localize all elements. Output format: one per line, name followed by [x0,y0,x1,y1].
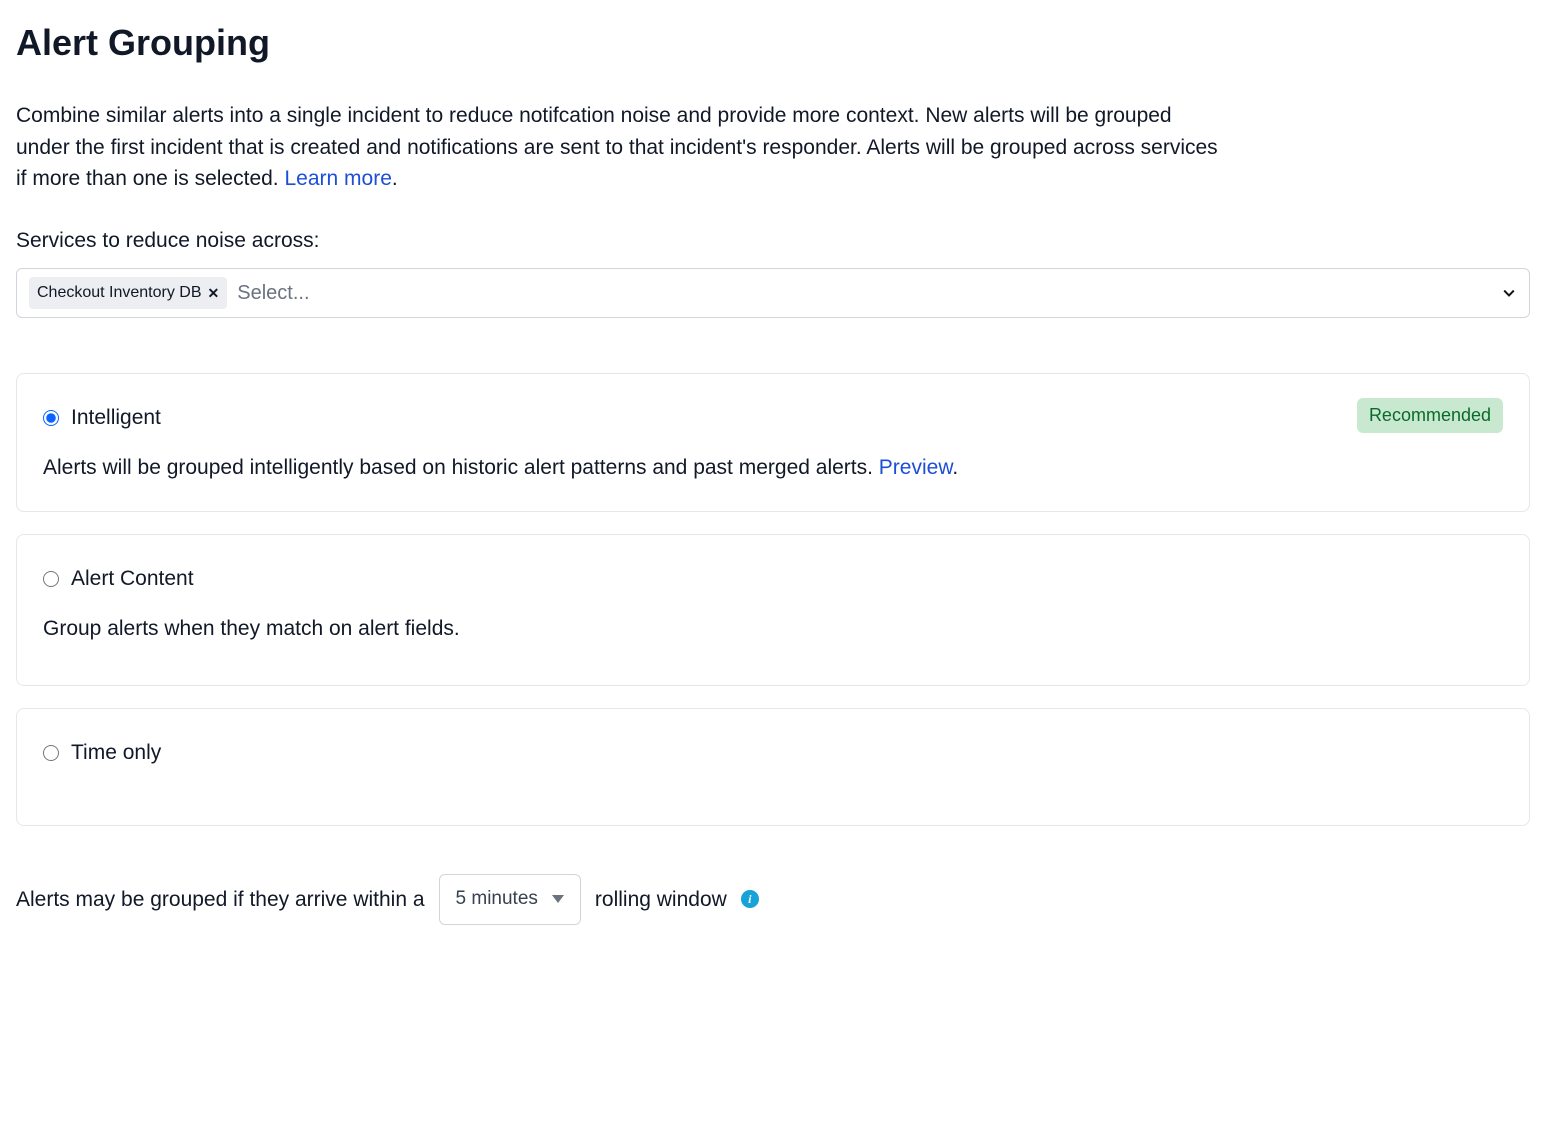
service-chip[interactable]: Checkout Inventory DB ✕ [29,277,227,309]
chevron-down-icon [552,895,564,903]
description-text: Combine similar alerts into a single inc… [16,104,1218,190]
services-multiselect[interactable]: Checkout Inventory DB ✕ Select... [16,268,1530,318]
preview-link[interactable]: Preview [879,456,953,479]
option-alert-content-title: Alert Content [71,563,194,595]
option-alert-content-radio[interactable] [43,571,59,587]
learn-more-link[interactable]: Learn more [284,167,391,190]
rolling-window-row: Alerts may be grouped if they arrive wit… [16,874,1530,925]
page-description: Combine similar alerts into a single inc… [16,100,1226,195]
intelligent-body-text: Alerts will be grouped intelligently bas… [43,456,879,479]
services-label: Services to reduce noise across: [16,225,1530,257]
info-icon[interactable]: i [741,890,759,908]
rolling-suffix: rolling window [595,884,727,916]
option-intelligent-radio[interactable] [43,410,59,426]
services-placeholder: Select... [237,278,309,308]
option-intelligent-card[interactable]: Intelligent Recommended Alerts will be g… [16,373,1530,512]
close-icon[interactable]: ✕ [208,283,220,304]
chevron-down-icon [1501,285,1517,301]
option-intelligent-title: Intelligent [71,402,161,434]
page-title: Alert Grouping [16,16,1530,70]
option-alert-content-card[interactable]: Alert Content Group alerts when they mat… [16,534,1530,686]
option-alert-content-body: Group alerts when they match on alert fi… [43,613,1503,645]
rolling-prefix: Alerts may be grouped if they arrive wit… [16,884,425,916]
rolling-window-value: 5 minutes [456,885,538,914]
option-time-only-card[interactable]: Time only [16,708,1530,826]
option-time-only-title: Time only [71,737,161,769]
option-time-only-radio[interactable] [43,745,59,761]
rolling-window-select[interactable]: 5 minutes [439,874,581,925]
recommended-badge: Recommended [1357,398,1503,433]
option-intelligent-body: Alerts will be grouped intelligently bas… [43,452,1503,484]
description-suffix: . [392,167,398,190]
intelligent-body-suffix: . [952,456,958,479]
service-chip-label: Checkout Inventory DB [37,281,202,305]
